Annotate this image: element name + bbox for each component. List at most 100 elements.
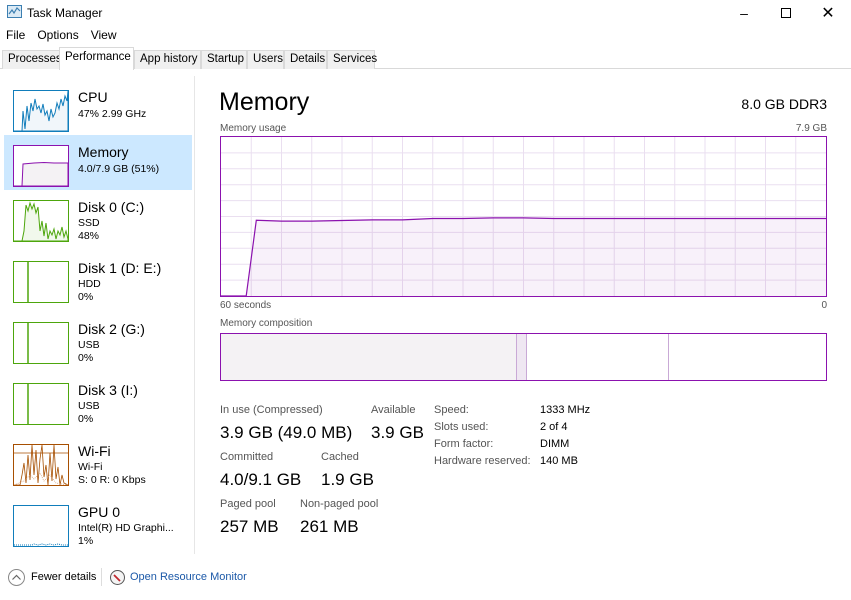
form-factor-value: DIMM (540, 438, 570, 450)
disk-3-type: USB (78, 400, 100, 412)
in-use-label: In use (Compressed) (220, 404, 323, 416)
memory-composition-label: Memory composition (220, 318, 313, 329)
page-title: Memory (219, 88, 310, 116)
committed-label: Committed (220, 451, 274, 463)
maximize-icon (781, 8, 791, 18)
tab-bar: Processes Performance App history Startu… (0, 47, 851, 70)
menu-bar: File Options View (0, 27, 123, 45)
footer: Fewer details Open Resource Monitor (0, 560, 851, 600)
tab-details[interactable]: Details (284, 50, 327, 69)
memory-thumbnail-graph (13, 145, 69, 187)
disk-1-thumbnail-graph (13, 261, 69, 303)
sidebar-item-gpu-0[interactable]: GPU 0 Intel(R) HD Graphi... 1% (4, 495, 192, 550)
form-factor-label: Form factor: (434, 438, 494, 450)
resource-sidebar: CPU 47% 2.99 GHz Memory 4.0/7.9 GB (51%)… (0, 76, 195, 554)
memory-spec: 8.0 GB DDR3 (741, 96, 827, 112)
menu-options[interactable]: Options (31, 27, 84, 45)
paged-pool-label: Paged pool (220, 498, 276, 510)
sidebar-item-wifi[interactable]: Wi-Fi Wi-Fi S: 0 R: 0 Kbps (4, 434, 192, 489)
memory-usage-chart (220, 136, 827, 297)
chevron-up-icon (12, 574, 21, 580)
hardware-reserved-label: Hardware reserved: (434, 455, 531, 467)
disk-3-title: Disk 3 (I:) (78, 382, 138, 398)
close-icon: ✕ (821, 5, 835, 22)
available-value: 3.9 GB (371, 423, 424, 442)
memory-usage: 4.0/7.9 GB (51%) (78, 163, 160, 175)
memory-usage-area (221, 217, 826, 296)
tab-startup[interactable]: Startup (201, 50, 247, 69)
task-manager-icon (7, 5, 22, 18)
non-paged-pool-value: 261 MB (300, 517, 359, 536)
disk-2-type: USB (78, 339, 100, 351)
committed-value: 4.0/9.1 GB (220, 470, 302, 489)
slots-used-label: Slots used: (434, 421, 489, 433)
window-title: Task Manager (27, 6, 103, 20)
memory-usage-label: Memory usage (220, 123, 287, 134)
gpu-0-title: GPU 0 (78, 504, 121, 520)
fewer-details-link[interactable]: Fewer details (31, 571, 96, 583)
close-button[interactable]: ✕ (805, 0, 851, 26)
tab-performance[interactable]: Performance (59, 47, 134, 70)
fewer-details-toggle[interactable] (8, 569, 25, 586)
maximize-button[interactable] (763, 0, 809, 26)
slots-used-value: 2 of 4 (540, 421, 568, 433)
disk-3-usage: 0% (78, 413, 94, 425)
memory-usage-plot (221, 137, 826, 297)
disk-0-usage: 48% (78, 230, 100, 242)
disk-1-title: Disk 1 (D: E:) (78, 260, 162, 276)
cpu-usage: 47% 2.99 GHz (78, 108, 147, 120)
gpu-0-model: Intel(R) HD Graphi... (78, 522, 174, 534)
paged-pool-value: 257 MB (220, 517, 279, 536)
composition-modified (517, 334, 527, 380)
wifi-throughput: S: 0 R: 0 Kbps (78, 474, 146, 486)
cpu-title: CPU (78, 89, 108, 105)
disk-2-thumbnail-graph (13, 322, 69, 364)
menu-view[interactable]: View (85, 27, 123, 45)
cached-value: 1.9 GB (321, 470, 374, 489)
cached-label: Cached (321, 451, 359, 463)
disk-2-usage: 0% (78, 352, 94, 364)
wifi-thumbnail-graph (13, 444, 69, 486)
sidebar-item-disk-0[interactable]: Disk 0 (C:) SSD 48% (4, 190, 192, 245)
x-axis-left-label: 60 seconds (220, 300, 272, 311)
tab-users[interactable]: Users (247, 50, 284, 69)
menu-file[interactable]: File (0, 27, 31, 45)
composition-standby (526, 334, 669, 380)
tab-services[interactable]: Services (327, 50, 377, 69)
tab-app-history[interactable]: App history (134, 50, 201, 69)
disk-0-thumbnail-graph (13, 200, 69, 242)
wifi-title: Wi-Fi (78, 443, 111, 459)
footer-divider (101, 568, 102, 586)
disk-2-title: Disk 2 (G:) (78, 321, 145, 337)
gpu-0-thumbnail-graph (13, 505, 69, 547)
available-label: Available (371, 404, 416, 416)
resource-monitor-icon (110, 570, 125, 585)
speed-label: Speed: (434, 404, 469, 416)
disk-1-usage: 0% (78, 291, 94, 303)
non-paged-pool-label: Non-paged pool (300, 498, 379, 510)
speed-value: 1333 MHz (540, 404, 591, 416)
sidebar-item-disk-3[interactable]: Disk 3 (I:) USB 0% (4, 373, 192, 428)
composition-in-use (221, 334, 518, 380)
wifi-adapter: Wi-Fi (78, 461, 103, 473)
minimize-icon: – (740, 5, 748, 21)
disk-3-thumbnail-graph (13, 383, 69, 425)
title-bar: Task Manager – ✕ (0, 0, 851, 26)
sidebar-item-disk-2[interactable]: Disk 2 (G:) USB 0% (4, 312, 192, 367)
memory-composition-bar (220, 333, 827, 381)
in-use-value: 3.9 GB (49.0 MB) (220, 423, 353, 442)
hardware-reserved-value: 140 MB (540, 455, 578, 467)
x-axis-right-label: 0 (821, 300, 827, 311)
memory-title: Memory (78, 144, 129, 160)
sidebar-item-memory[interactable]: Memory 4.0/7.9 GB (51%) (4, 135, 192, 190)
disk-0-type: SSD (78, 217, 100, 229)
sidebar-item-cpu[interactable]: CPU 47% 2.99 GHz (4, 80, 192, 135)
sidebar-item-disk-1[interactable]: Disk 1 (D: E:) HDD 0% (4, 251, 192, 306)
cpu-thumbnail-graph (13, 90, 69, 132)
open-resource-monitor-link[interactable]: Open Resource Monitor (130, 571, 247, 583)
tab-processes[interactable]: Processes (2, 50, 62, 69)
gpu-0-usage: 1% (78, 535, 94, 547)
disk-1-type: HDD (78, 278, 101, 290)
minimize-button[interactable]: – (721, 0, 767, 26)
memory-usage-max: 7.9 GB (795, 123, 827, 134)
